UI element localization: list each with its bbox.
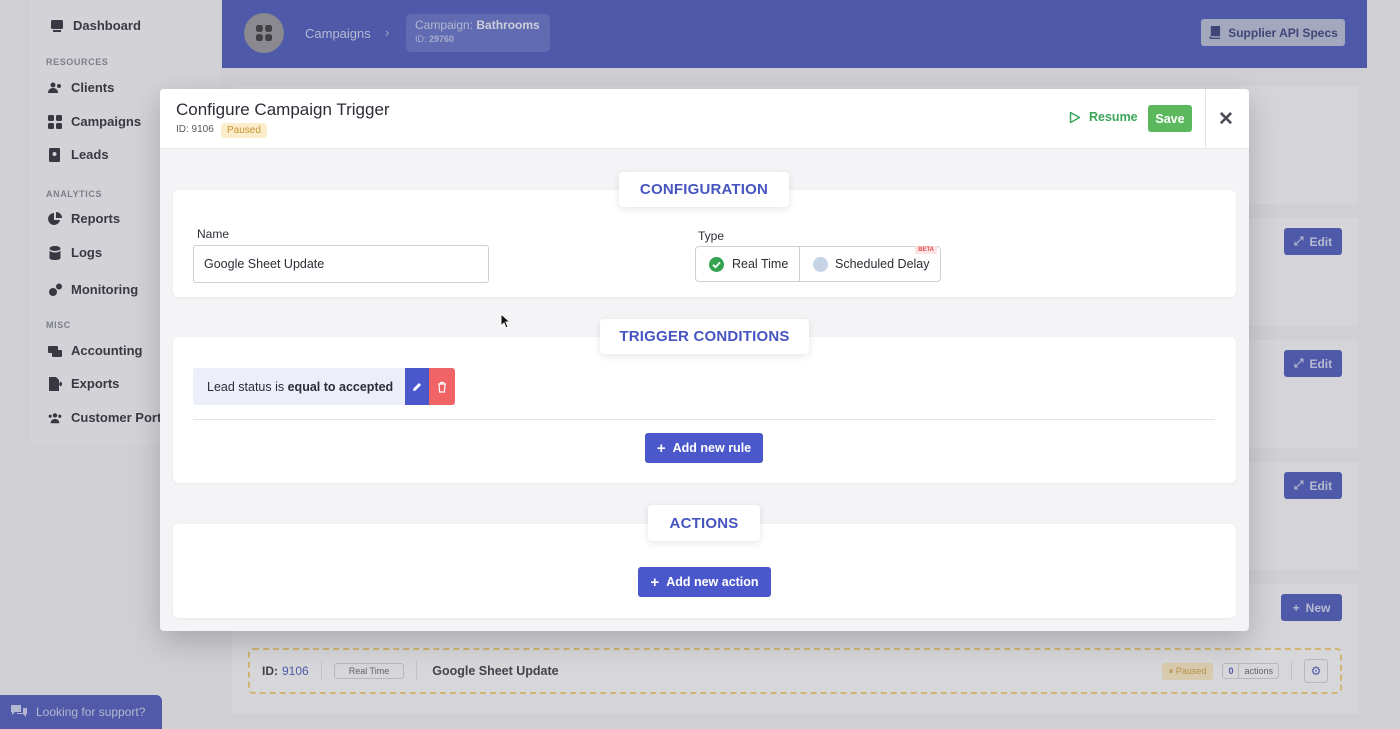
resume-button[interactable]: Resume — [1069, 110, 1138, 124]
type-scheduled-label: Scheduled Delay — [835, 257, 930, 271]
type-realtime-label: Real Time — [732, 257, 789, 271]
type-label: Type — [698, 229, 725, 243]
trigger-conditions-card: Lead status is equal to accepted + Add n… — [173, 337, 1236, 483]
actions-title: ACTIONS — [648, 505, 760, 541]
save-button[interactable]: Save — [1148, 105, 1192, 132]
type-option-scheduled[interactable]: Scheduled Delay BETA — [800, 246, 940, 281]
add-action-button[interactable]: + Add new action — [638, 567, 771, 597]
condition-prefix: Lead status is — [207, 379, 288, 394]
condition-operator: equal to accepted — [287, 379, 394, 394]
type-option-realtime[interactable]: Real Time — [696, 247, 800, 281]
beta-badge: BETA — [915, 246, 937, 254]
modal-header: Configure Campaign Trigger ID: 9106 Paus… — [160, 89, 1249, 149]
configuration-title: CONFIGURATION — [619, 172, 789, 207]
resume-label: Resume — [1089, 110, 1138, 124]
plus-icon: + — [650, 573, 660, 591]
divider — [193, 419, 1215, 420]
add-rule-label: Add new rule — [672, 441, 752, 455]
trigger-conditions-title: TRIGGER CONDITIONS — [600, 319, 809, 354]
modal-title: Configure Campaign Trigger — [176, 100, 390, 119]
name-input[interactable] — [193, 245, 489, 283]
check-circle-icon — [709, 256, 724, 272]
condition-text: Lead status is equal to accepted — [193, 368, 406, 405]
add-action-label: Add new action — [666, 575, 759, 589]
type-selector: Real Time Scheduled Delay BETA — [695, 246, 941, 282]
edit-rule-button[interactable] — [405, 368, 430, 405]
radio-empty-icon — [813, 256, 828, 272]
trash-icon — [438, 381, 447, 393]
plus-icon: + — [656, 439, 666, 457]
play-icon — [1069, 111, 1081, 123]
trigger-id: ID: 9106 — [176, 124, 214, 135]
condition-rule: Lead status is equal to accepted — [193, 368, 456, 405]
divider — [1205, 89, 1206, 149]
delete-rule-button[interactable] — [429, 368, 456, 405]
pencil-icon — [413, 382, 422, 391]
name-label: Name — [197, 227, 230, 241]
configure-trigger-modal: Configure Campaign Trigger ID: 9106 Paus… — [160, 89, 1249, 631]
cursor-icon — [500, 313, 511, 329]
add-rule-button[interactable]: + Add new rule — [645, 433, 763, 463]
close-icon[interactable]: ✕ — [1218, 108, 1234, 131]
status-badge: Paused — [221, 123, 267, 138]
